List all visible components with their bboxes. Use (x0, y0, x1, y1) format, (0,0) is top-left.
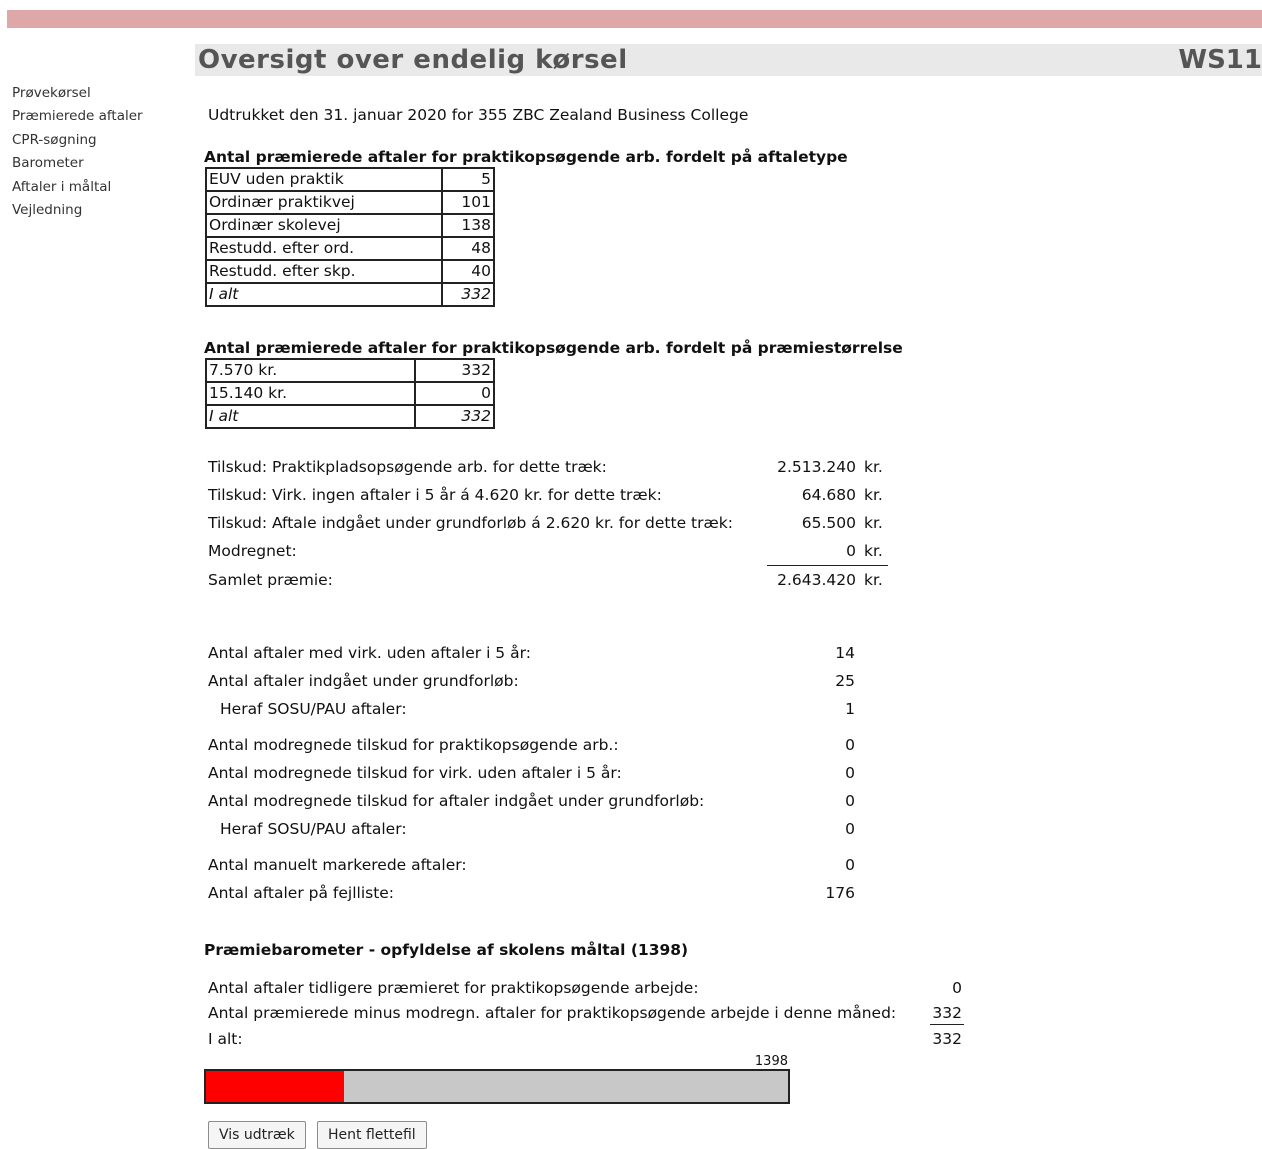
sum-divider (767, 565, 888, 566)
sidebar-item-praemierede-aftaler[interactable]: Præmierede aftaler (12, 105, 192, 128)
currency-unit: kr. (864, 514, 883, 532)
barometer-heading: Præmiebarometer - opfyldelse af skolens … (204, 941, 689, 959)
sidebar-item-provekorsel[interactable]: Prøvekørsel (12, 82, 192, 105)
table-cell-label: I alt (205, 282, 443, 307)
sidebar-item-cpr-sogning[interactable]: CPR-søgning (12, 129, 192, 152)
currency-unit: kr. (864, 486, 883, 504)
sidebar-nav: Prøvekørsel Præmierede aftaler CPR-søgni… (12, 82, 192, 222)
subsidy-value: 64.680 (801, 486, 856, 504)
agreement-type-table: EUV uden praktik 5 Ordinær praktikvej 101 … (205, 167, 495, 307)
premium-size-table: 7.570 kr. 332 15.140 kr. 0 I alt 332 (205, 358, 495, 429)
subsidy-value: 65.500 (801, 514, 856, 532)
table-cell-label: I alt (205, 404, 416, 429)
table-row: Ordinær skolevej 138 (205, 213, 495, 238)
premium-size-heading: Antal præmierede aftaler for praktikopsø… (204, 339, 903, 357)
barometer-value: 0 (952, 979, 962, 997)
subsidy-label: Tilskud: Aftale indgået under grundforlø… (208, 514, 733, 532)
table-cell-label: EUV uden praktik (205, 167, 443, 192)
progress-bar-fill (206, 1071, 345, 1102)
sidebar-item-aftaler-i-maltal[interactable]: Aftaler i måltal (12, 176, 192, 199)
count-value: 14 (835, 644, 855, 662)
table-total-row: I alt 332 (205, 404, 495, 429)
sum-divider (930, 1024, 964, 1025)
count-label: Antal manuelt markerede aftaler: (208, 856, 467, 874)
subsidy-value: 0 (846, 542, 856, 560)
screen-code: WS11 (1178, 45, 1262, 75)
table-cell-label: Restudd. efter ord. (205, 236, 443, 261)
table-cell-value: 332 (414, 358, 495, 383)
currency-unit: kr. (864, 542, 883, 560)
count-value: 176 (825, 884, 855, 902)
table-cell-label: 7.570 kr. (205, 358, 416, 383)
subsidy-value: 2.513.240 (777, 458, 856, 476)
sidebar-item-vejledning[interactable]: Vejledning (12, 199, 192, 222)
currency-unit: kr. (864, 571, 883, 589)
count-label: Antal modregnede tilskud for aftaler ind… (208, 792, 705, 810)
count-label: Heraf SOSU/PAU aftaler: (220, 820, 407, 838)
table-cell-value: 101 (441, 190, 495, 215)
count-label: Antal modregnede tilskud for virk. uden … (208, 764, 622, 782)
agreement-type-heading: Antal præmierede aftaler for praktikopsø… (204, 148, 848, 166)
get-merge-file-button[interactable]: Hent flettefil (317, 1121, 427, 1149)
barometer-total-label: I alt: (208, 1030, 243, 1048)
table-cell-value: 5 (441, 167, 495, 192)
table-cell-value: 332 (414, 404, 495, 429)
count-label: Antal aftaler på fejlliste: (208, 884, 395, 902)
count-label: Antal modregnede tilskud for praktikopsø… (208, 736, 619, 754)
table-cell-value: 138 (441, 213, 495, 238)
table-cell-value: 0 (414, 381, 495, 406)
progress-bar (204, 1069, 790, 1104)
table-row: 7.570 kr. 332 (205, 358, 495, 383)
subsidy-label: Modregnet: (208, 542, 297, 560)
count-value: 0 (845, 856, 855, 874)
count-value: 0 (845, 764, 855, 782)
count-label: Heraf SOSU/PAU aftaler: (220, 700, 407, 718)
extract-subtitle: Udtrukket den 31. januar 2020 for 355 ZB… (208, 106, 749, 124)
table-cell-label: Ordinær skolevej (205, 213, 443, 238)
top-banner (7, 10, 1262, 28)
subsidy-label: Tilskud: Virk. ingen aftaler i 5 år á 4.… (208, 486, 662, 504)
count-value: 0 (845, 792, 855, 810)
table-row: Restudd. efter skp. 40 (205, 259, 495, 284)
currency-unit: kr. (864, 458, 883, 476)
table-cell-label: Restudd. efter skp. (205, 259, 443, 284)
table-row: Ordinær praktikvej 101 (205, 190, 495, 215)
count-value: 1 (845, 700, 855, 718)
sidebar-item-barometer[interactable]: Barometer (12, 152, 192, 175)
barometer-label: Antal aftaler tidligere præmieret for pr… (208, 979, 699, 997)
table-cell-value: 48 (441, 236, 495, 261)
table-cell-value: 40 (441, 259, 495, 284)
table-cell-value: 332 (441, 282, 495, 307)
show-extract-button[interactable]: Vis udtræk (208, 1121, 306, 1149)
table-row: 15.140 kr. 0 (205, 381, 495, 406)
barometer-total-value: 332 (932, 1030, 962, 1048)
page-title: Oversigt over endelig kørsel (198, 45, 628, 75)
barometer-value: 332 (932, 1004, 962, 1022)
table-total-row: I alt 332 (205, 282, 495, 307)
count-value: 0 (845, 736, 855, 754)
count-label: Antal aftaler indgået under grundforløb: (208, 672, 519, 690)
subsidy-label: Tilskud: Praktikpladsopsøgende arb. for … (208, 458, 607, 476)
count-label: Antal aftaler med virk. uden aftaler i 5… (208, 644, 531, 662)
subsidy-total-value: 2.643.420 (777, 571, 856, 589)
table-cell-label: Ordinær praktikvej (205, 190, 443, 215)
count-value: 25 (835, 672, 855, 690)
barometer-label: Antal præmierede minus modregn. aftaler … (208, 1004, 897, 1022)
table-row: EUV uden praktik 5 (205, 167, 495, 192)
count-value: 0 (845, 820, 855, 838)
table-cell-label: 15.140 kr. (205, 381, 416, 406)
target-label: 1398 (754, 1054, 788, 1069)
table-row: Restudd. efter ord. 48 (205, 236, 495, 261)
subsidy-total-label: Samlet præmie: (208, 571, 333, 589)
